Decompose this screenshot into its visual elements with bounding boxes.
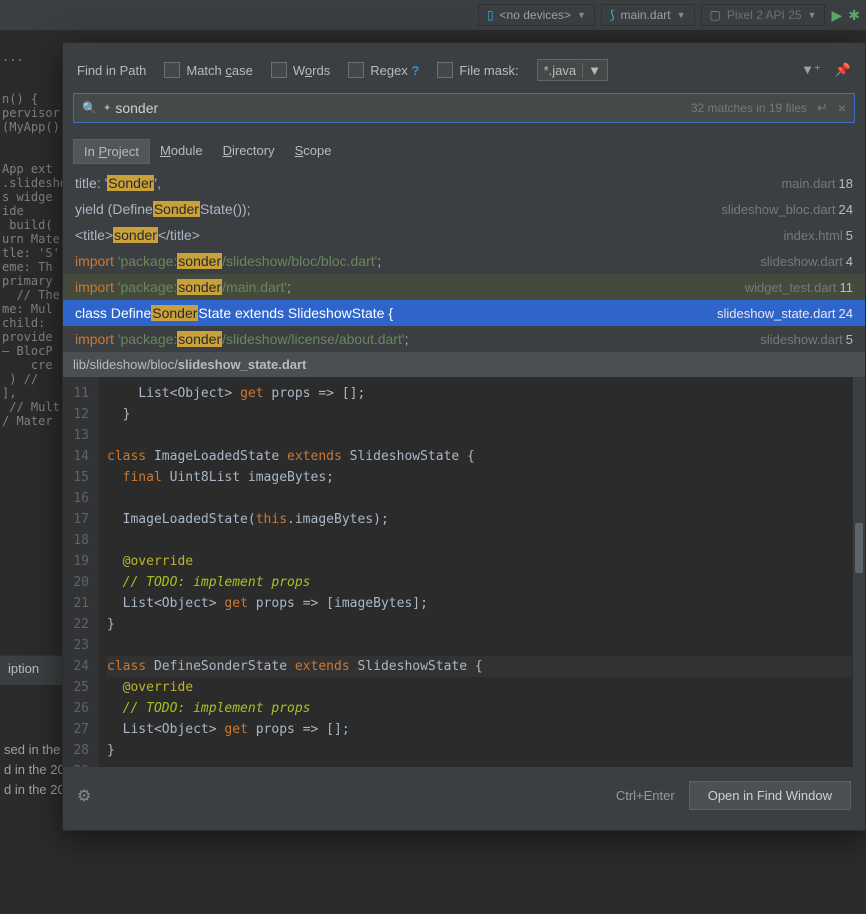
scope-tabs: In Project Module Directory Scope: [63, 131, 865, 170]
dialog-header: Find in Path Match case Words Regex ? Fi…: [63, 43, 865, 93]
preview-path: lib/slideshow/bloc/slideshow_state.dart: [63, 352, 865, 377]
clear-icon[interactable]: ×: [838, 100, 846, 116]
code-area[interactable]: List<Object> get props => []; }class Ima…: [99, 377, 865, 767]
search-options-icon[interactable]: ✦: [103, 103, 111, 114]
emulator-label: Pixel 2 API 25: [727, 8, 802, 22]
chevron-down-icon: ▼: [582, 63, 601, 78]
find-in-path-dialog: Find in Path Match case Words Regex ? Fi…: [62, 42, 866, 831]
match-count: 32 matches in 19 files: [691, 101, 807, 115]
gear-icon[interactable]: ⚙: [77, 786, 91, 806]
kbd-hint: Ctrl+Enter: [616, 788, 675, 803]
emulator-selector[interactable]: ▢ Pixel 2 API 25 ▼: [701, 4, 826, 26]
tab-scope[interactable]: Scope: [285, 139, 342, 164]
checkbox-icon: [164, 62, 180, 78]
filter-icon[interactable]: ▼⁺: [801, 62, 821, 78]
tab-module[interactable]: Module: [150, 139, 213, 164]
run-config-label: main.dart: [621, 8, 671, 22]
result-row[interactable]: yield (DefineSonderState());slideshow_bl…: [63, 196, 865, 222]
preview-path-file: slideshow_state.dart: [178, 357, 307, 372]
run-button[interactable]: ▶: [831, 7, 842, 24]
file-mask-combo[interactable]: *.java ▼: [537, 59, 608, 81]
preview-path-dir: lib/slideshow/bloc/: [73, 357, 178, 372]
tab-in-project[interactable]: In Project: [73, 139, 150, 164]
enter-icon: ↵: [817, 100, 828, 116]
file-mask-checkbox[interactable]: File mask:: [437, 62, 518, 78]
result-row[interactable]: import 'package:sonder/slideshow/license…: [63, 326, 865, 352]
dialog-title: Find in Path: [77, 63, 146, 78]
result-row[interactable]: <title>sonder</title>index.html5: [63, 222, 865, 248]
file-mask-label: File mask:: [459, 63, 518, 78]
chevron-down-icon: ▼: [677, 10, 686, 20]
search-icon: 🔍: [82, 101, 97, 115]
chevron-down-icon: ▼: [808, 10, 817, 20]
device-selector[interactable]: ▯ <no devices> ▼: [478, 4, 595, 26]
device-label: <no devices>: [500, 8, 571, 22]
pin-icon[interactable]: 📌: [835, 62, 851, 78]
search-input[interactable]: [115, 100, 691, 116]
checkbox-icon: [437, 62, 453, 78]
run-config-selector[interactable]: ⟆ main.dart ▼: [601, 4, 695, 26]
help-icon[interactable]: ?: [411, 63, 419, 78]
chevron-down-icon: ▼: [577, 10, 586, 20]
results-list: title: 'Sonder',main.dart18yield (Define…: [63, 170, 865, 352]
flutter-icon: ⟆: [610, 8, 615, 22]
result-row[interactable]: title: 'Sonder',main.dart18: [63, 170, 865, 196]
regex-checkbox[interactable]: Regex ?: [348, 62, 419, 78]
debug-button[interactable]: ✱: [848, 7, 860, 24]
checkbox-icon: [348, 62, 364, 78]
gutter: 11121314151617181920212223242526272829: [63, 377, 99, 767]
file-mask-value: *.java: [544, 63, 577, 78]
result-row[interactable]: import 'package:sonder/slideshow/bloc/bl…: [63, 248, 865, 274]
scrollbar-thumb[interactable]: [855, 523, 863, 573]
result-row[interactable]: class DefineSonderState extends Slidesho…: [63, 300, 865, 326]
result-row[interactable]: import 'package:sonder/main.dart';widget…: [63, 274, 865, 300]
search-field[interactable]: 🔍 ✦ 32 matches in 19 files ↵ ×: [73, 93, 855, 123]
main-toolbar: ▯ <no devices> ▼ ⟆ main.dart ▼ ▢ Pixel 2…: [0, 0, 866, 30]
checkbox-icon: [271, 62, 287, 78]
phone-icon: ▯: [487, 8, 494, 22]
tab-directory[interactable]: Directory: [213, 139, 285, 164]
open-in-find-window-button[interactable]: Open in Find Window: [689, 781, 851, 810]
code-preview: 11121314151617181920212223242526272829 L…: [63, 377, 865, 767]
match-case-checkbox[interactable]: Match case: [164, 62, 252, 78]
device-icon: ▢: [710, 8, 721, 22]
scrollbar[interactable]: [853, 377, 865, 767]
dialog-footer: ⚙ Ctrl+Enter Open in Find Window: [63, 767, 865, 830]
words-checkbox[interactable]: Words: [271, 62, 330, 78]
